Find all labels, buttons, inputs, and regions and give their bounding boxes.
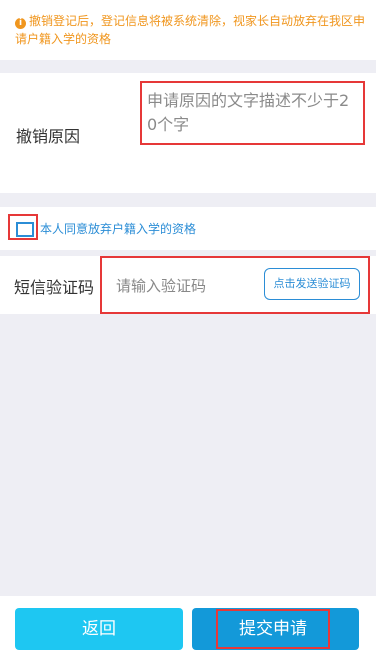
send-code-button[interactable]: 点击发送验证码 (264, 268, 360, 300)
sms-section: 短信验证码 请输入验证码 点击发送验证码 (0, 256, 376, 314)
info-icon: i (15, 18, 26, 29)
submit-button[interactable]: 提交申请 (192, 608, 359, 650)
reason-section: 撤销原因 申请原因的文字描述不少于20个字 (0, 73, 376, 193)
agree-section: 本人同意放弃户籍入学的资格 (0, 207, 376, 250)
submit-button-label: 提交申请 (216, 609, 330, 649)
back-button[interactable]: 返回 (15, 608, 183, 650)
reason-label: 撤销原因 (16, 127, 81, 146)
sms-code-input[interactable]: 请输入验证码 (116, 275, 206, 296)
reason-textarea[interactable]: 申请原因的文字描述不少于20个字 (140, 81, 365, 145)
agree-checkbox[interactable] (16, 222, 34, 237)
notice-text: 撤销登记后，登记信息将被系统清除，视家长自动放弃在我区申请户籍入学的资格 (15, 14, 366, 46)
notice-banner: i 撤销登记后，登记信息将被系统清除，视家长自动放弃在我区申请户籍入学的资格 (0, 0, 376, 60)
agree-text[interactable]: 本人同意放弃户籍入学的资格 (40, 220, 196, 237)
footer-bar: 返回 提交申请 (0, 596, 376, 669)
sms-input-frame: 请输入验证码 点击发送验证码 (100, 256, 370, 314)
agree-checkbox-frame (8, 214, 38, 240)
sms-label: 短信验证码 (14, 278, 95, 297)
